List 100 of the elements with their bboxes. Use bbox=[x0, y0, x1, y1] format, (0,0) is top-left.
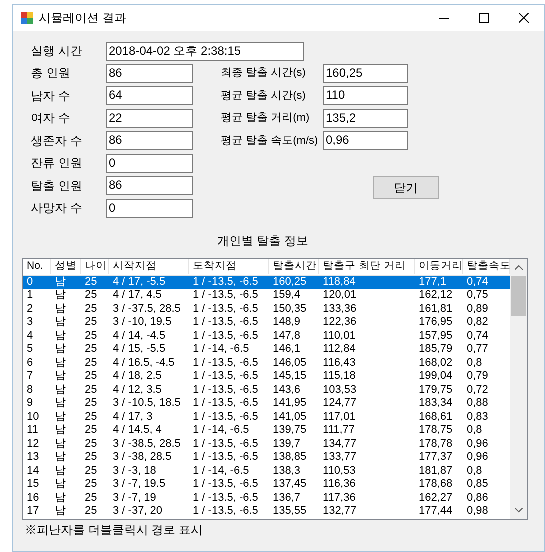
table-cell-text: 1 / -13.5, -6.5 bbox=[192, 410, 260, 424]
table-cell-text: 17 bbox=[26, 505, 40, 518]
table-cell-text: 남 bbox=[54, 397, 67, 410]
table-cell-text: 120,01 bbox=[322, 289, 358, 302]
section-title: 개인별 탈출 정보 bbox=[216, 232, 310, 250]
table-cell-text: 116,36 bbox=[322, 478, 357, 492]
table-cell-text: 181,87 bbox=[418, 464, 454, 478]
table-cell-text: 134,77 bbox=[322, 438, 358, 451]
table-cell-text: 162,27 bbox=[418, 492, 454, 505]
table-cell-text: 16 bbox=[26, 492, 40, 505]
table-cell-text: 남 bbox=[54, 410, 67, 424]
table-cell-text: 117,01 bbox=[322, 410, 357, 424]
input-field[interactable]: 0 bbox=[106, 154, 193, 173]
table-cell-text: 3 / -7, 19.5 bbox=[112, 478, 167, 492]
table-cell-text: 177,37 bbox=[418, 451, 454, 464]
input-field[interactable]: 86 bbox=[106, 64, 193, 83]
input-field[interactable]: 64 bbox=[106, 86, 193, 106]
input-field[interactable]: 160,25 bbox=[323, 64, 408, 83]
input-field[interactable]: 0 bbox=[106, 198, 193, 218]
table-cell-text: 6 bbox=[26, 356, 34, 370]
table-cell-text: 150,35 bbox=[272, 302, 308, 316]
column-header[interactable]: 성별 bbox=[51, 258, 81, 274]
column-header[interactable]: 탈출시간 bbox=[269, 258, 319, 274]
table-cell-text: 117,36 bbox=[322, 492, 357, 505]
close-dialog-button[interactable]: 닫기 bbox=[373, 176, 439, 199]
table-cell-text: 1 / -13.5, -6.5 bbox=[192, 316, 260, 330]
column-header[interactable]: 시작지점 bbox=[109, 258, 189, 274]
table-cell-text: 133,77 bbox=[322, 451, 358, 464]
table-cell-text: 남 bbox=[54, 438, 67, 451]
input-field[interactable]: 22 bbox=[106, 108, 193, 128]
column-header[interactable]: 이동거리 bbox=[415, 258, 463, 274]
column-header[interactable]: 도착지점 bbox=[189, 258, 269, 274]
table-cell-text: 1 / -14, -6.5 bbox=[192, 343, 250, 356]
table-cell-text: 157,95 bbox=[418, 330, 454, 343]
table-cell-text: 147,8 bbox=[272, 330, 302, 343]
table-cell-text: 0,8 bbox=[466, 464, 484, 478]
table-cell-text: 4 / 16.5, -4.5 bbox=[112, 356, 176, 370]
table-cell-text: 25 bbox=[84, 451, 98, 464]
table-cell-text: 124,77 bbox=[322, 397, 358, 410]
table-cell-text: 141,05 bbox=[272, 410, 308, 424]
table-cell-text: 4 / 17, 4.5 bbox=[112, 289, 163, 302]
table-cell-text: 0,85 bbox=[466, 478, 490, 492]
field-label: 총 인원 bbox=[31, 65, 72, 82]
table-cell-text: 9 bbox=[26, 397, 34, 410]
field-label: 사망자 수 bbox=[31, 200, 84, 218]
table-cell-text: 4 / 14.5, 4 bbox=[112, 424, 163, 438]
field-label: 탈출 인원 bbox=[31, 178, 84, 195]
column-header[interactable]: 탈출구 최단 거리 bbox=[319, 258, 415, 274]
scrollbar[interactable] bbox=[510, 258, 527, 518]
table-cell-text: 143,6 bbox=[272, 384, 302, 397]
scroll-down-icon[interactable] bbox=[514, 508, 522, 512]
field-label: 실행 시간 bbox=[31, 43, 84, 60]
table-cell-text: 25 bbox=[84, 356, 98, 370]
table-cell-text: 132,77 bbox=[322, 505, 358, 518]
table-cell-text: 133,36 bbox=[322, 302, 358, 316]
input-field[interactable]: 0,96 bbox=[323, 131, 408, 150]
field-label: 남자 수 bbox=[31, 88, 72, 105]
table-cell-text: 25 bbox=[84, 370, 98, 384]
table-cell-text: 1 / -13.5, -6.5 bbox=[192, 370, 260, 384]
table-cell-text: 12 bbox=[26, 438, 40, 451]
table-cell-text: 161,81 bbox=[418, 302, 454, 316]
input-field[interactable]: 86 bbox=[106, 176, 193, 196]
table-cell-text: 139,75 bbox=[272, 424, 308, 438]
input-field[interactable]: 86 bbox=[106, 131, 193, 150]
table-row[interactable]: 0 남 25 4 / 17, -5.5 1 / -13.5, -6.5 160,25 118,84 177,1 0,74 bbox=[23, 276, 510, 289]
scroll-thumb[interactable] bbox=[511, 276, 526, 316]
table-cell-text: 남 bbox=[54, 343, 67, 356]
table-cell-text: 1 / -13.5, -6.5 bbox=[192, 505, 260, 518]
table-cell-text: 25 bbox=[84, 397, 98, 410]
table-cell-text: 25 bbox=[84, 316, 98, 330]
table-cell-text: 3 / -10, 19.5 bbox=[112, 316, 173, 330]
input-field[interactable]: 2018-04-02 오후 2:38:15 bbox=[106, 42, 304, 60]
table-cell-text: 177,1 bbox=[418, 276, 448, 289]
column-header[interactable]: 나이 bbox=[81, 258, 109, 274]
table-cell-text: 남 bbox=[54, 478, 67, 492]
table-cell-text: 남 bbox=[54, 289, 67, 302]
table-cell-text: 10 bbox=[26, 410, 40, 424]
table-cell-text: 4 / 18, 2.5 bbox=[112, 370, 163, 384]
input-field[interactable]: 135,2 bbox=[323, 108, 408, 128]
input-field[interactable]: 110 bbox=[323, 86, 408, 106]
table-cell-text: 25 bbox=[84, 302, 98, 316]
table-cell-text: 3 / -37, 20 bbox=[112, 505, 164, 518]
table-cell-text: 0 bbox=[26, 276, 34, 289]
table-cell-text: 178,75 bbox=[418, 424, 454, 438]
table-cell-text: 2 bbox=[26, 302, 34, 316]
table-cell-text: 1 / -13.5, -6.5 bbox=[192, 384, 260, 397]
table-cell-text: 0,88 bbox=[466, 397, 490, 410]
table-cell-text: 138,3 bbox=[272, 464, 302, 478]
table-cell-text: 0,86 bbox=[466, 492, 490, 505]
table-cell-text: 25 bbox=[84, 343, 98, 356]
table-cell-text: 25 bbox=[84, 492, 98, 505]
table-cell-text: 25 bbox=[84, 505, 98, 518]
field-label: 생존자 수 bbox=[31, 132, 84, 150]
column-header[interactable]: No. bbox=[23, 258, 51, 274]
table-cell-text: 3 bbox=[26, 316, 34, 330]
scroll-up-icon[interactable] bbox=[514, 264, 522, 270]
table-cell-text: 137,45 bbox=[272, 478, 308, 492]
table-cell-text: 3 / -38.5, 28.5 bbox=[112, 438, 182, 451]
table-cell-text: 135,55 bbox=[272, 505, 308, 518]
table-cell-text: 110,01 bbox=[322, 330, 357, 343]
